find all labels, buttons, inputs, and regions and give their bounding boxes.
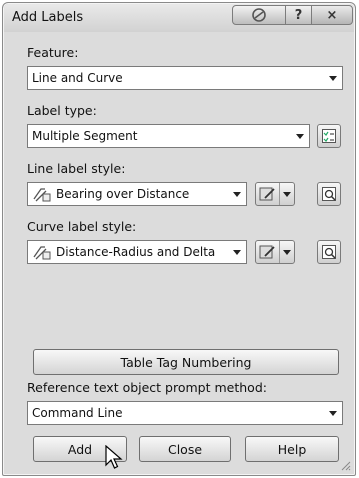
- curve-label-style-label: Curve label style:: [27, 219, 137, 234]
- close-window-button[interactable]: ×: [311, 5, 353, 25]
- curve-label-style-value: Distance-Radius and Delta: [56, 245, 216, 259]
- chevron-down-icon: [280, 250, 294, 255]
- reference-prompt-value: Command Line: [32, 406, 123, 420]
- curve-style-edit-button[interactable]: [255, 240, 295, 264]
- preview-icon: [322, 187, 336, 201]
- edit-style-icon: [259, 187, 275, 201]
- table-tag-numbering-button[interactable]: Table Tag Numbering: [33, 349, 339, 375]
- help-globe-icon: [252, 8, 266, 22]
- line-label-style-dropdown[interactable]: Bearing over Distance: [27, 182, 247, 206]
- label-type-dropdown[interactable]: Multiple Segment: [27, 124, 310, 148]
- chevron-down-icon: [228, 183, 246, 205]
- preview-icon: [322, 245, 336, 259]
- label-style-icon: [33, 188, 51, 202]
- chevron-down-icon: [280, 192, 294, 197]
- reference-prompt-dropdown[interactable]: Command Line: [27, 401, 343, 425]
- line-style-preview-button[interactable]: [317, 182, 341, 206]
- mouse-pointer-icon: [105, 445, 123, 469]
- resize-grip-icon[interactable]: [339, 459, 351, 471]
- close-button[interactable]: Close: [139, 436, 231, 462]
- label-type-label: Label type:: [27, 103, 97, 118]
- add-labels-dialog: Add Labels ? × Feature: Line and Curve L…: [2, 2, 356, 476]
- edit-style-icon: [259, 245, 275, 259]
- chevron-down-icon: [228, 241, 246, 263]
- label-style-icon: [33, 246, 51, 260]
- window-title: Add Labels: [12, 10, 84, 25]
- chevron-down-icon: [291, 125, 309, 147]
- label-type-value: Multiple Segment: [32, 129, 138, 143]
- checklist-icon: [322, 129, 336, 143]
- curve-style-preview-button[interactable]: [317, 240, 341, 264]
- curve-label-style-dropdown[interactable]: Distance-Radius and Delta: [27, 240, 247, 264]
- chevron-down-icon: [324, 67, 342, 89]
- feature-value: Line and Curve: [32, 71, 123, 85]
- feature-dropdown[interactable]: Line and Curve: [27, 66, 343, 90]
- title-bar: Add Labels ? ×: [4, 4, 354, 32]
- line-label-style-label: Line label style:: [27, 161, 126, 176]
- help-button[interactable]: Help: [245, 436, 339, 462]
- feature-label: Feature:: [27, 45, 79, 60]
- help-globe-button[interactable]: [232, 5, 286, 25]
- line-label-style-value: Bearing over Distance: [56, 187, 190, 201]
- reference-prompt-label: Reference text object prompt method:: [27, 380, 267, 395]
- label-type-option-button[interactable]: [317, 124, 341, 148]
- line-style-edit-button[interactable]: [255, 182, 295, 206]
- context-help-button[interactable]: ?: [285, 5, 312, 25]
- chevron-down-icon: [324, 402, 342, 424]
